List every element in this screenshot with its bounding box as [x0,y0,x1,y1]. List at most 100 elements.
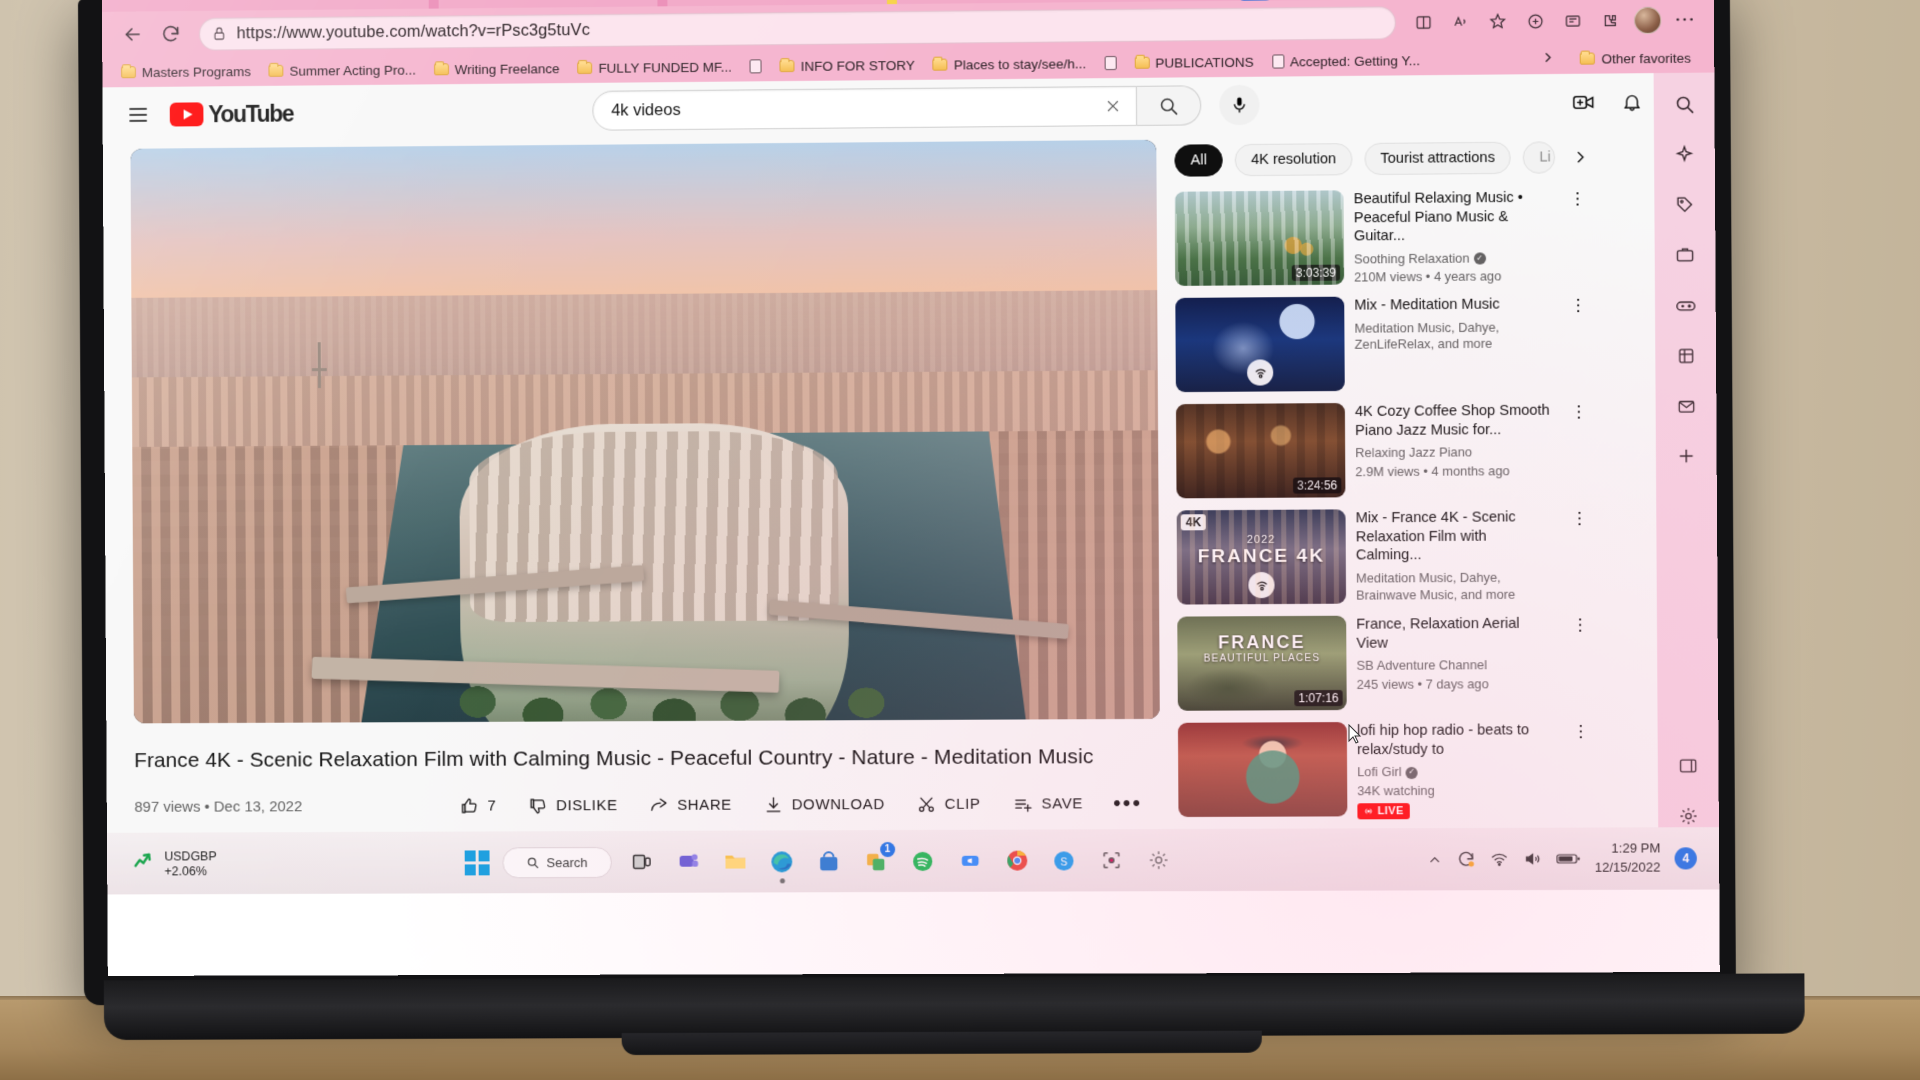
tray-expand-chevron-icon[interactable] [1427,852,1442,867]
task-view-button[interactable] [625,845,659,879]
clip-button[interactable]: CLIP [901,784,997,824]
edge-browser-window: https://www.youtube.com/watch?v=rPsc3g5t… [101,0,1720,895]
list-item[interactable]: FRANCE BEAUTIFUL PLACES 1:07:16 France, … [1177,615,1593,712]
video-thumbnail[interactable]: 3:03:39 [1174,190,1345,286]
video-menu-kebab-icon[interactable]: ⋯ [1567,402,1592,497]
bookmark-item[interactable] [741,54,771,78]
sidebar-tools-icon[interactable] [1668,238,1703,272]
download-button[interactable]: DOWNLOAD [748,784,901,825]
save-button[interactable]: SAVE [996,783,1099,823]
file-explorer-app[interactable] [718,845,752,879]
sidebar-add-icon[interactable] [1669,439,1704,473]
chip-tourist-attractions[interactable]: Tourist attractions [1364,141,1512,176]
bookmark-item[interactable]: Accepted: Getting Y... [1263,48,1430,74]
address-bar[interactable]: https://www.youtube.com/watch?v=rPsc3g5t… [198,5,1396,51]
video-thumbnail[interactable]: 3:24:56 [1175,403,1346,499]
video-menu-kebab-icon[interactable]: ⋯ [1569,721,1594,820]
bookmark-item[interactable]: Masters Programs [112,59,260,84]
search-input[interactable] [611,96,1096,121]
bookmark-item[interactable] [1095,51,1125,75]
menu-hamburger-icon[interactable] [118,95,158,135]
video-thumbnail[interactable]: FRANCE BEAUTIFUL PLACES 1:07:16 [1177,615,1347,712]
bookmark-item[interactable]: INFO FOR STORY [771,53,924,78]
chips-next-chevron-icon[interactable] [1568,144,1590,170]
spotify-app[interactable] [906,844,940,878]
clock[interactable]: 1:29 PM 12/15/2022 [1595,840,1661,878]
refresh-button[interactable] [151,15,189,53]
sidebar-office-icon[interactable] [1668,338,1703,372]
battery-icon[interactable] [1556,852,1580,866]
video-channel: Relaxing Jazz Piano [1355,444,1473,461]
snip-app[interactable] [1094,843,1128,877]
mix-play-icon[interactable] [1247,359,1274,386]
notifications-bell-icon[interactable] [1611,81,1652,122]
more-actions-button[interactable]: ••• [1099,783,1157,823]
taskbar-search-button[interactable]: Search [502,846,612,878]
bookmark-item[interactable]: Places to stay/see/h... [924,51,1095,77]
chrome-app[interactable] [1000,844,1034,878]
taskbar-widget-stock[interactable]: USDGBP +2.06% [119,848,217,879]
list-item[interactable]: Mix - Meditation Music Meditation Music,… [1175,295,1591,393]
edge-app[interactable] [765,844,799,884]
photos-app[interactable]: 1 [859,842,896,878]
sidebar-search-icon[interactable] [1667,87,1702,122]
bookmark-item[interactable]: PUBLICATIONS [1125,50,1263,75]
notification-badge[interactable]: 4 [1674,847,1697,870]
store-app[interactable] [812,844,846,878]
list-item[interactable]: 3:24:56 4K Cozy Coffee Shop Smooth Piano… [1175,402,1592,499]
bookmark-label: Accepted: Getting Y... [1289,52,1421,69]
teams-app[interactable] [671,845,705,879]
bookmark-item[interactable]: Summer Acting Pro... [260,57,425,82]
video-menu-kebab-icon[interactable]: ⋯ [1566,295,1591,390]
sidebar-copilot-icon[interactable] [1667,137,1702,171]
list-item[interactable]: 3:03:39 Beautiful Relaxing Music • Peace… [1174,188,1591,286]
dislike-button[interactable]: DISLIKE [512,785,633,825]
sidebar-shopping-tag-icon[interactable] [1667,187,1702,221]
sidebar-outlook-icon[interactable] [1669,389,1704,423]
sidebar-games-icon[interactable] [1668,288,1703,322]
chip-4k-resolution[interactable]: 4K resolution [1234,143,1353,177]
list-item[interactable]: lofi hip hop radio - beats to relax/stud… [1177,721,1594,822]
mix-play-icon[interactable] [1248,572,1275,599]
read-aloud-icon[interactable] [1443,4,1477,38]
browser-essentials-icon[interactable] [1555,3,1590,38]
video-thumbnail[interactable] [1177,722,1348,818]
clear-search-icon[interactable] [1096,89,1130,123]
bookmarks-overflow-chevron-icon[interactable] [1542,51,1555,67]
video-menu-kebab-icon[interactable]: ⋯ [1565,188,1590,283]
create-video-icon[interactable] [1563,82,1604,123]
favorites-star-icon[interactable] [1480,4,1515,38]
zoom-app[interactable] [953,844,987,878]
video-thumbnail[interactable]: 4K 2022 FRANCE 4K [1176,509,1347,605]
like-button[interactable]: 7 [444,786,513,826]
list-item[interactable]: 4K 2022 FRANCE 4K Mix - France 4K - Scen… [1176,508,1593,605]
chip-live[interactable]: Li [1523,141,1556,174]
settings-app[interactable] [1141,843,1175,877]
search-box[interactable] [592,85,1138,131]
browser-settings-more-icon[interactable] [1667,2,1702,37]
youtube-logo[interactable]: YouTube [169,100,294,128]
extensions-icon[interactable] [1593,3,1628,38]
video-stats: 2.9M views • 4 months ago [1355,463,1510,480]
volume-icon[interactable] [1523,850,1542,868]
video-menu-kebab-icon[interactable]: ⋯ [1567,508,1592,603]
back-button[interactable] [114,15,152,53]
skype-app[interactable]: S [1047,843,1081,877]
profile-avatar[interactable] [1630,3,1665,38]
chip-all[interactable]: All [1174,144,1223,177]
share-button[interactable]: SHARE [633,785,748,825]
wifi-icon[interactable] [1490,850,1509,867]
split-screen-icon[interactable] [1406,5,1440,39]
bookmark-other-favorites[interactable]: Other favorites [1571,45,1700,70]
onedrive-sync-icon[interactable] [1456,850,1475,869]
start-button[interactable] [464,849,490,875]
search-submit-button[interactable] [1136,85,1202,126]
sidebar-customize-icon[interactable] [1671,749,1706,783]
voice-search-icon[interactable] [1219,84,1260,126]
bookmark-item[interactable]: FULLY FUNDED MF... [569,55,741,81]
video-player[interactable] [130,139,1160,724]
bookmark-item[interactable]: Writing Freelance [425,56,569,81]
video-menu-kebab-icon[interactable]: ⋯ [1568,615,1593,710]
video-thumbnail[interactable] [1175,296,1345,393]
collections-icon[interactable] [1518,4,1553,38]
